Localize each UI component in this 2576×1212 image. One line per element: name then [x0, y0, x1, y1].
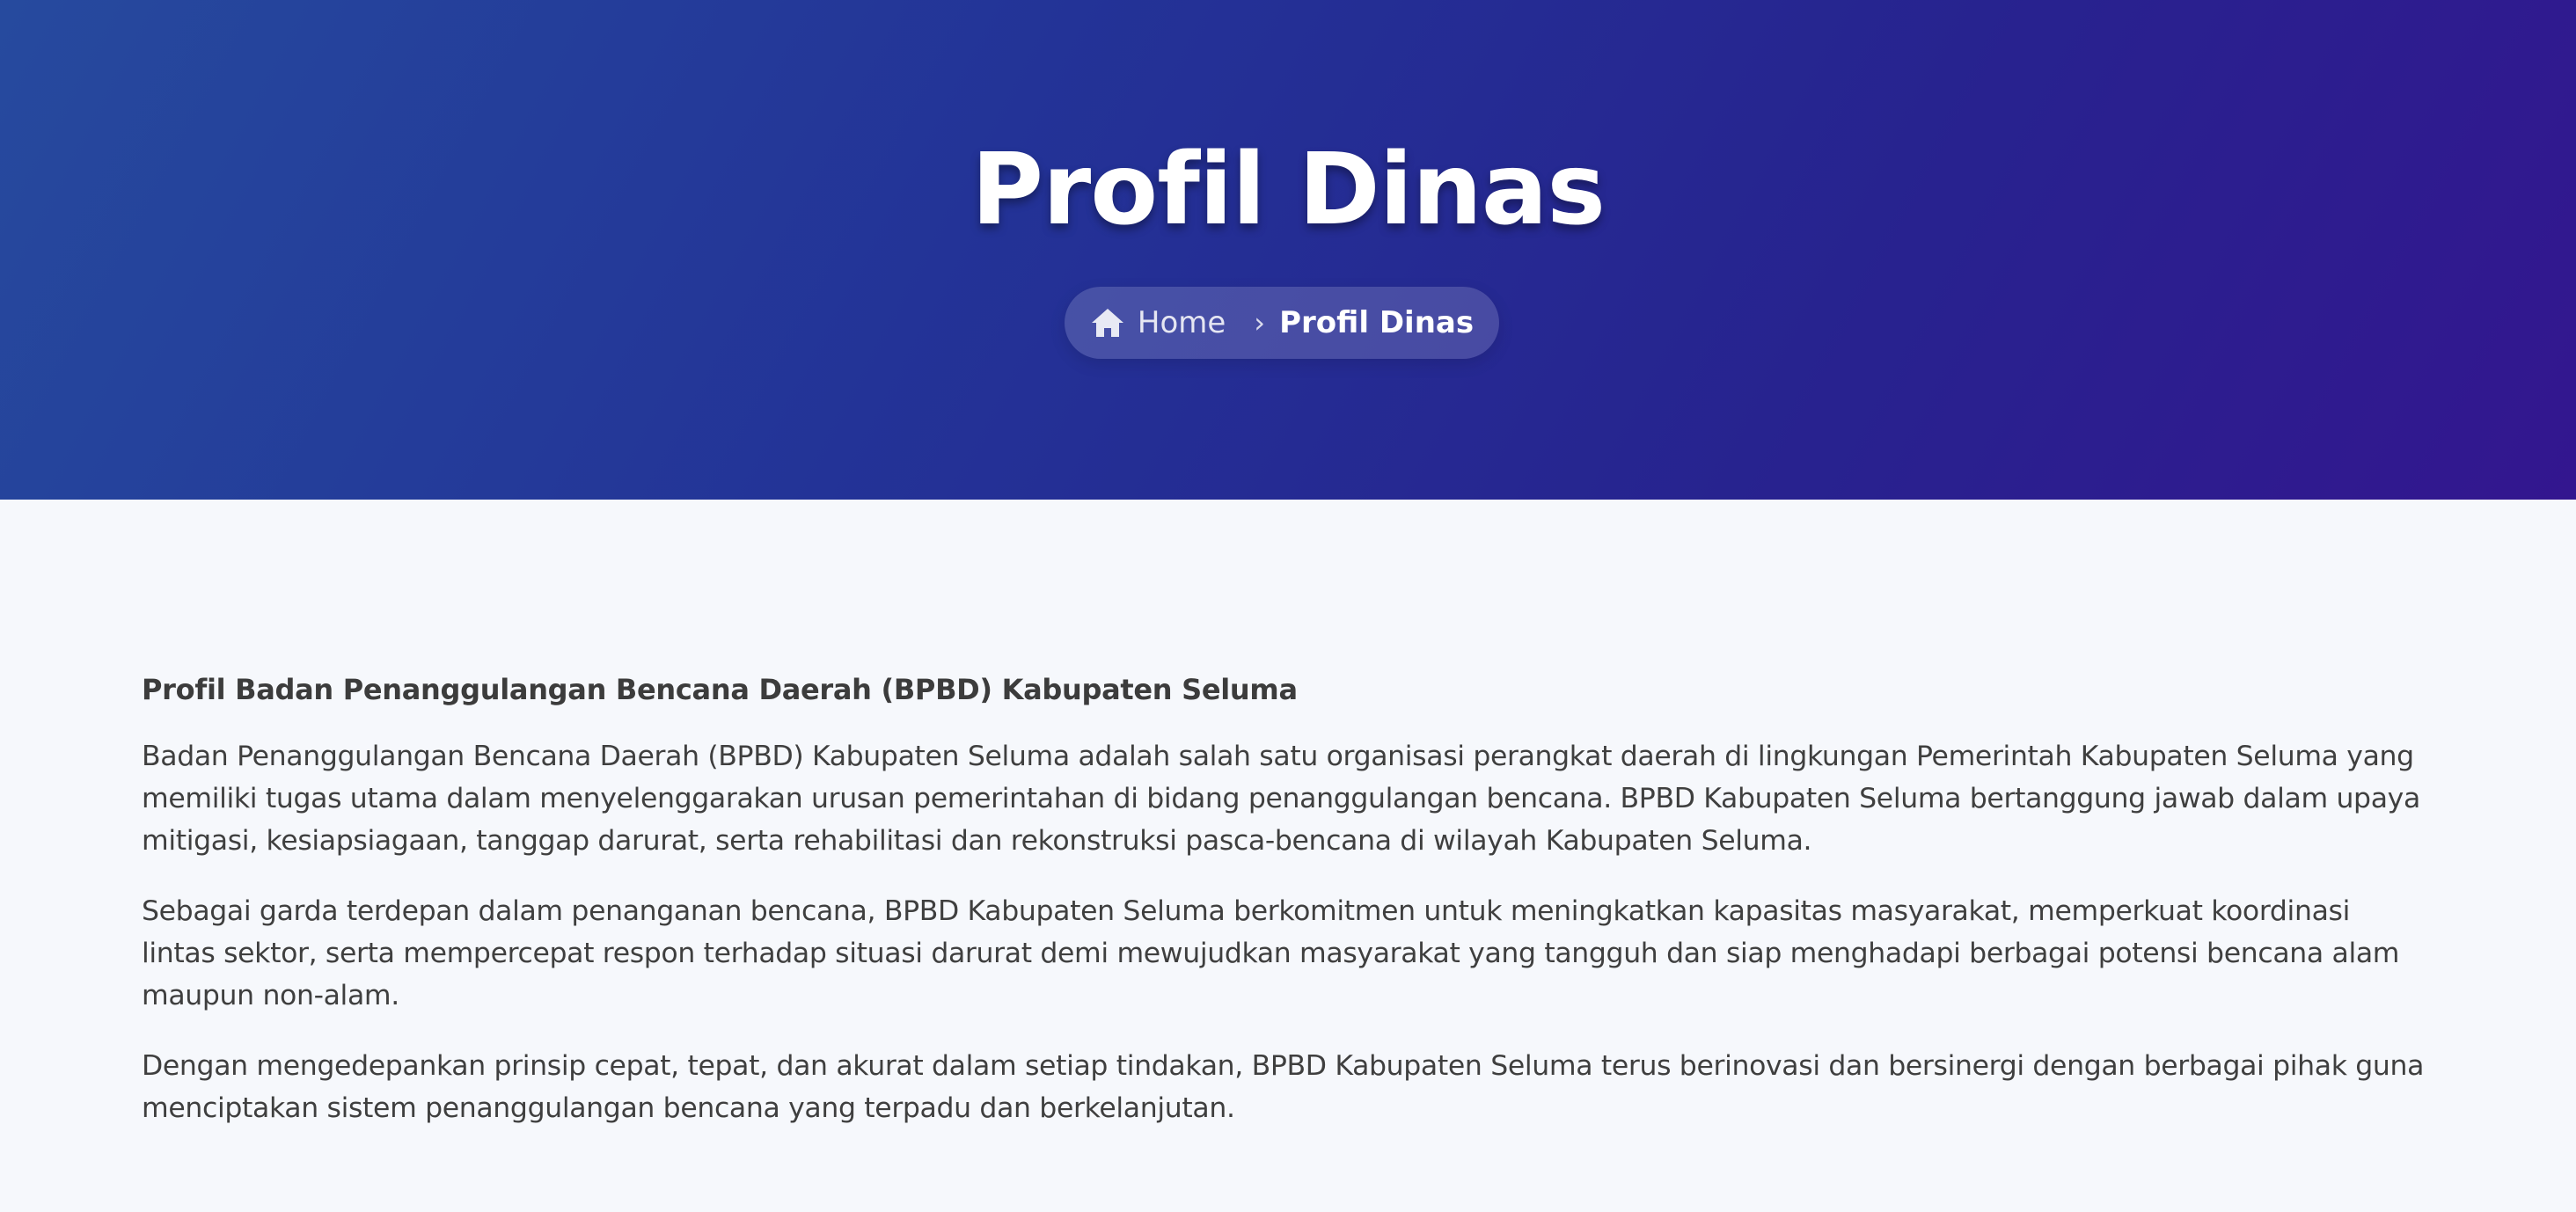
breadcrumb-current: Profil Dinas: [1279, 305, 1475, 340]
paragraph-principles: Dengan mengedepankan prinsip cepat, tepa…: [142, 1050, 2425, 1124]
home-icon: [1090, 307, 1125, 339]
profile-content: Profil Badan Penanggulangan Bencana Daer…: [142, 668, 2429, 1157]
paragraph-intro: Badan Penanggulangan Bencana Daerah (BPB…: [142, 741, 2420, 857]
breadcrumb-home-label: Home: [1137, 305, 1226, 340]
page-title: Profil Dinas: [970, 133, 1606, 247]
breadcrumb: Home › Profil Dinas: [1065, 287, 1499, 359]
page-hero: Profil Dinas Home › Profil Dinas: [0, 0, 2576, 500]
section-heading: Profil Badan Penanggulangan Bencana Daer…: [142, 673, 1298, 706]
breadcrumb-home-link[interactable]: Home: [1090, 305, 1226, 340]
breadcrumb-separator: ›: [1254, 306, 1266, 340]
paragraph-commitment: Sebagai garda terdepan dalam penanganan …: [142, 895, 2400, 1011]
